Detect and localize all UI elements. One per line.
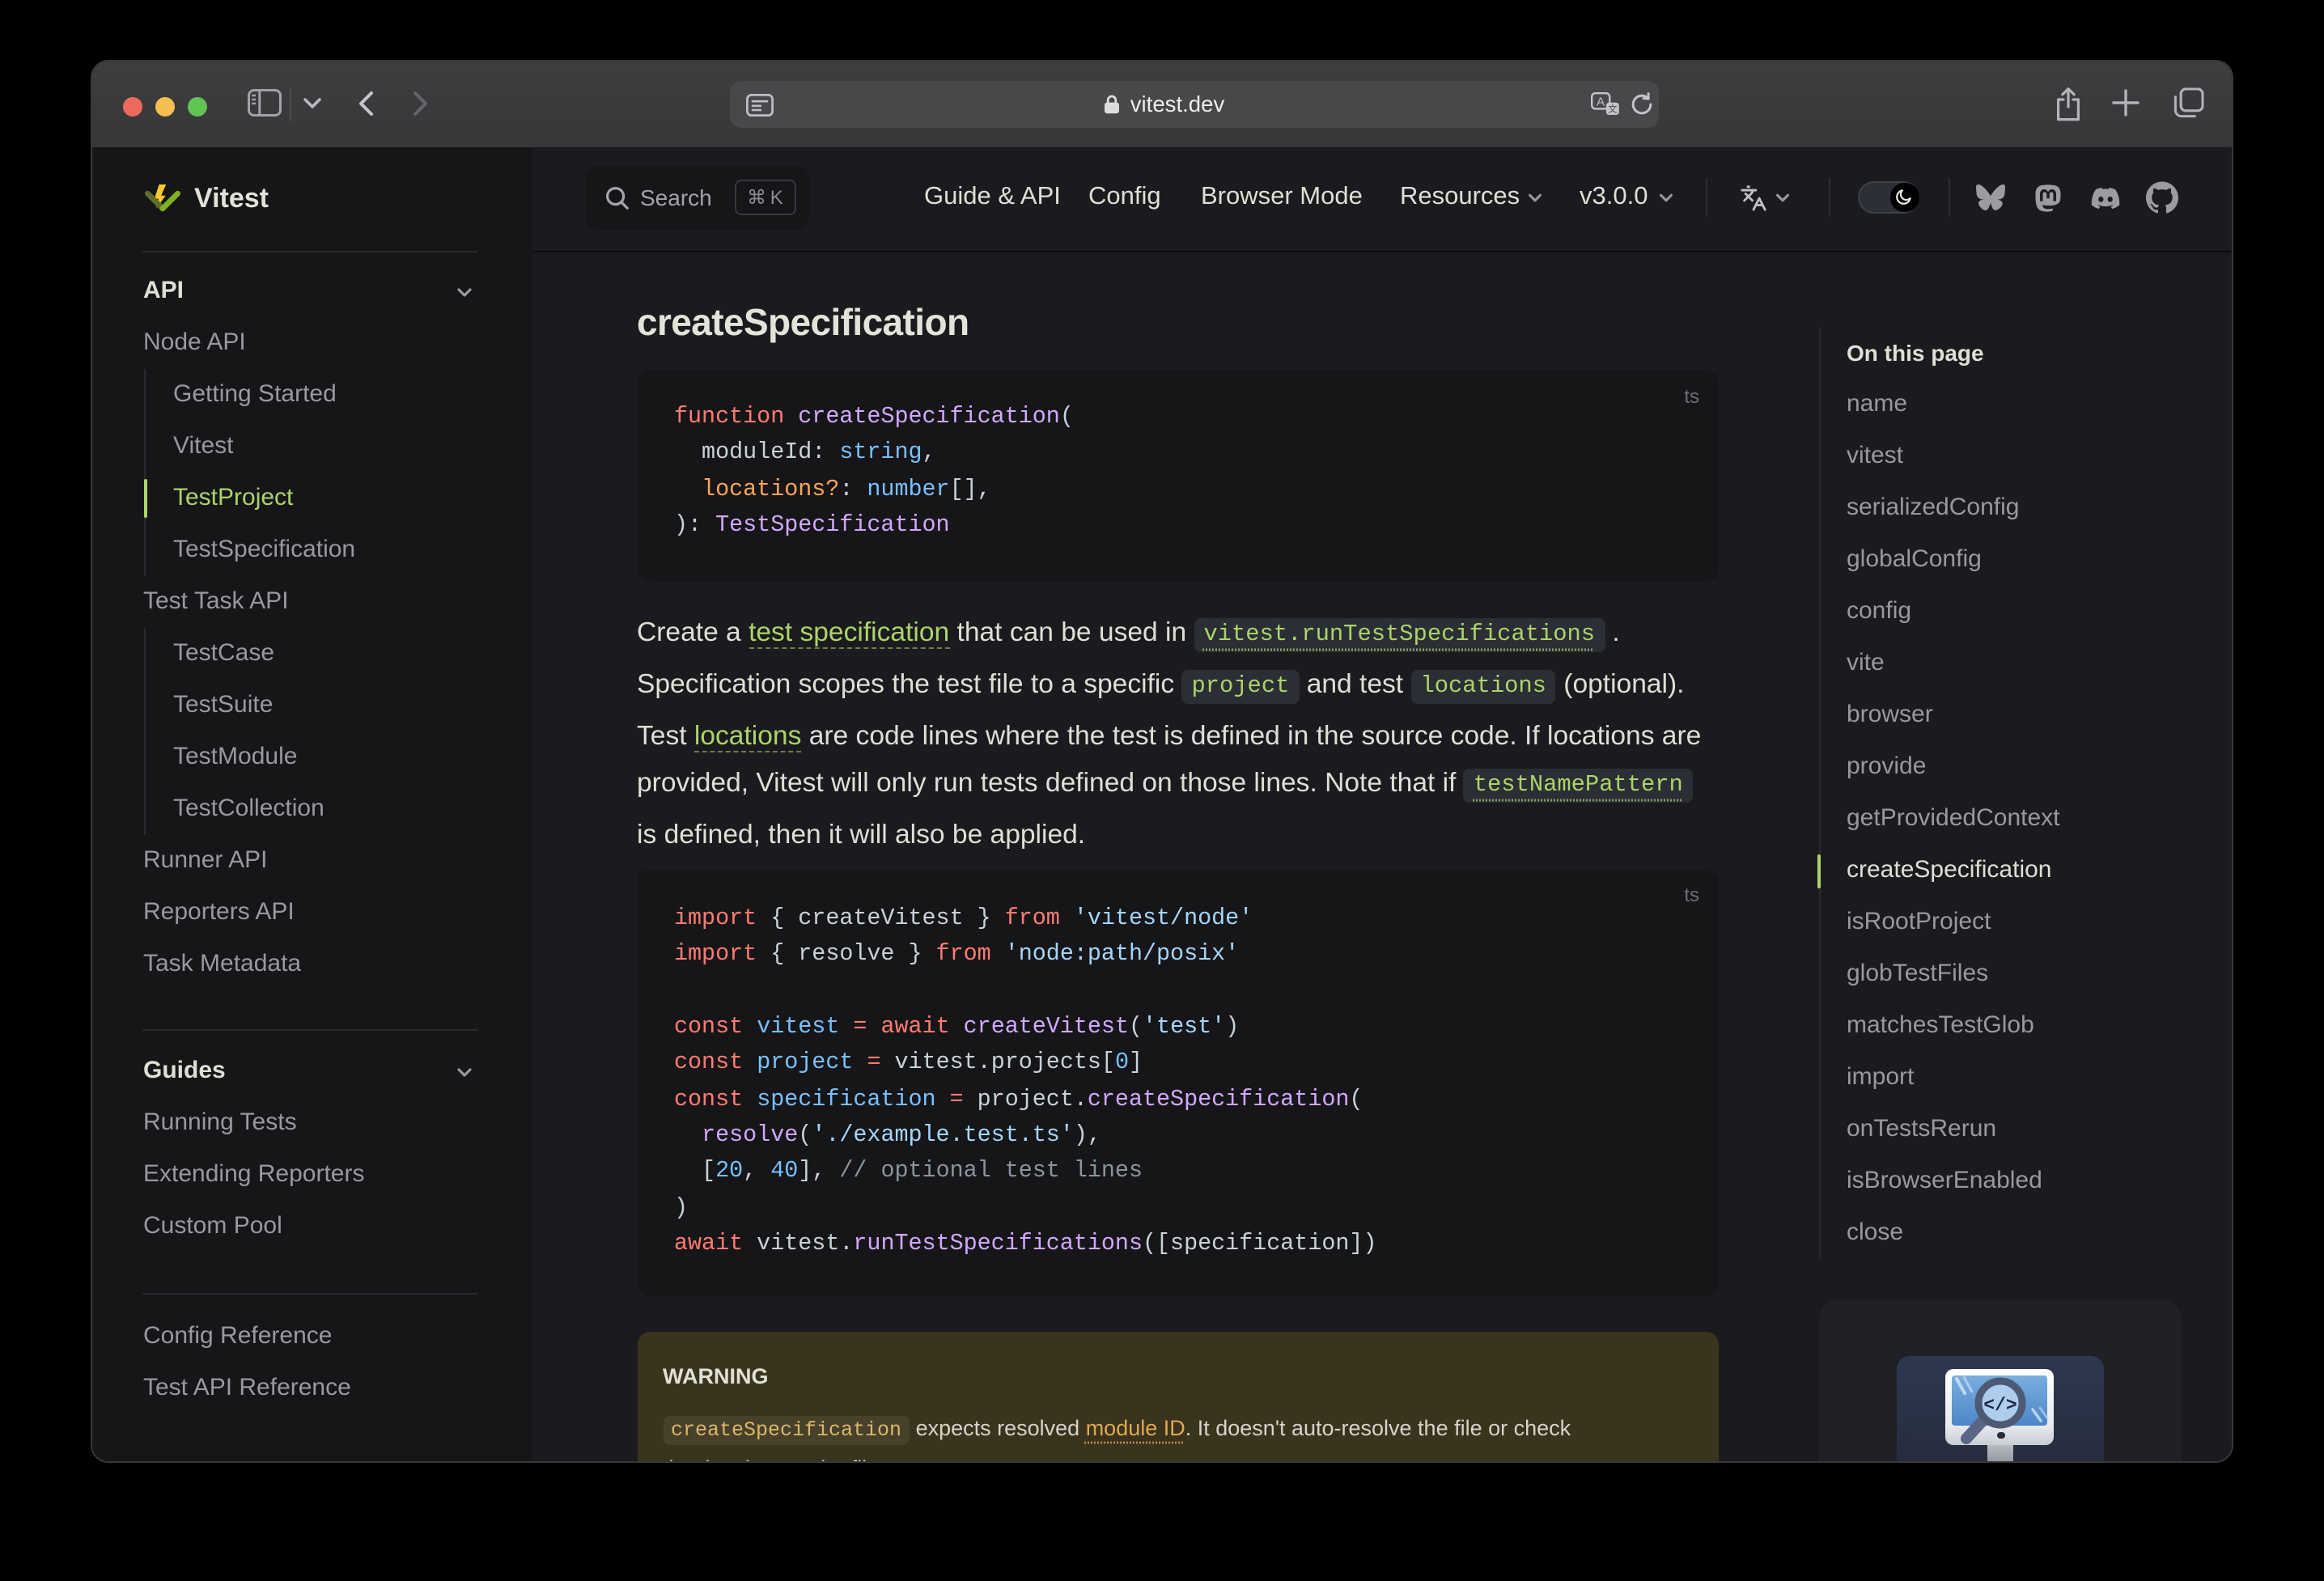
svg-text:A: A: [1597, 95, 1605, 109]
svg-text:文: 文: [1608, 104, 1617, 115]
svg-text:</>: </>: [1983, 1395, 2017, 1416]
